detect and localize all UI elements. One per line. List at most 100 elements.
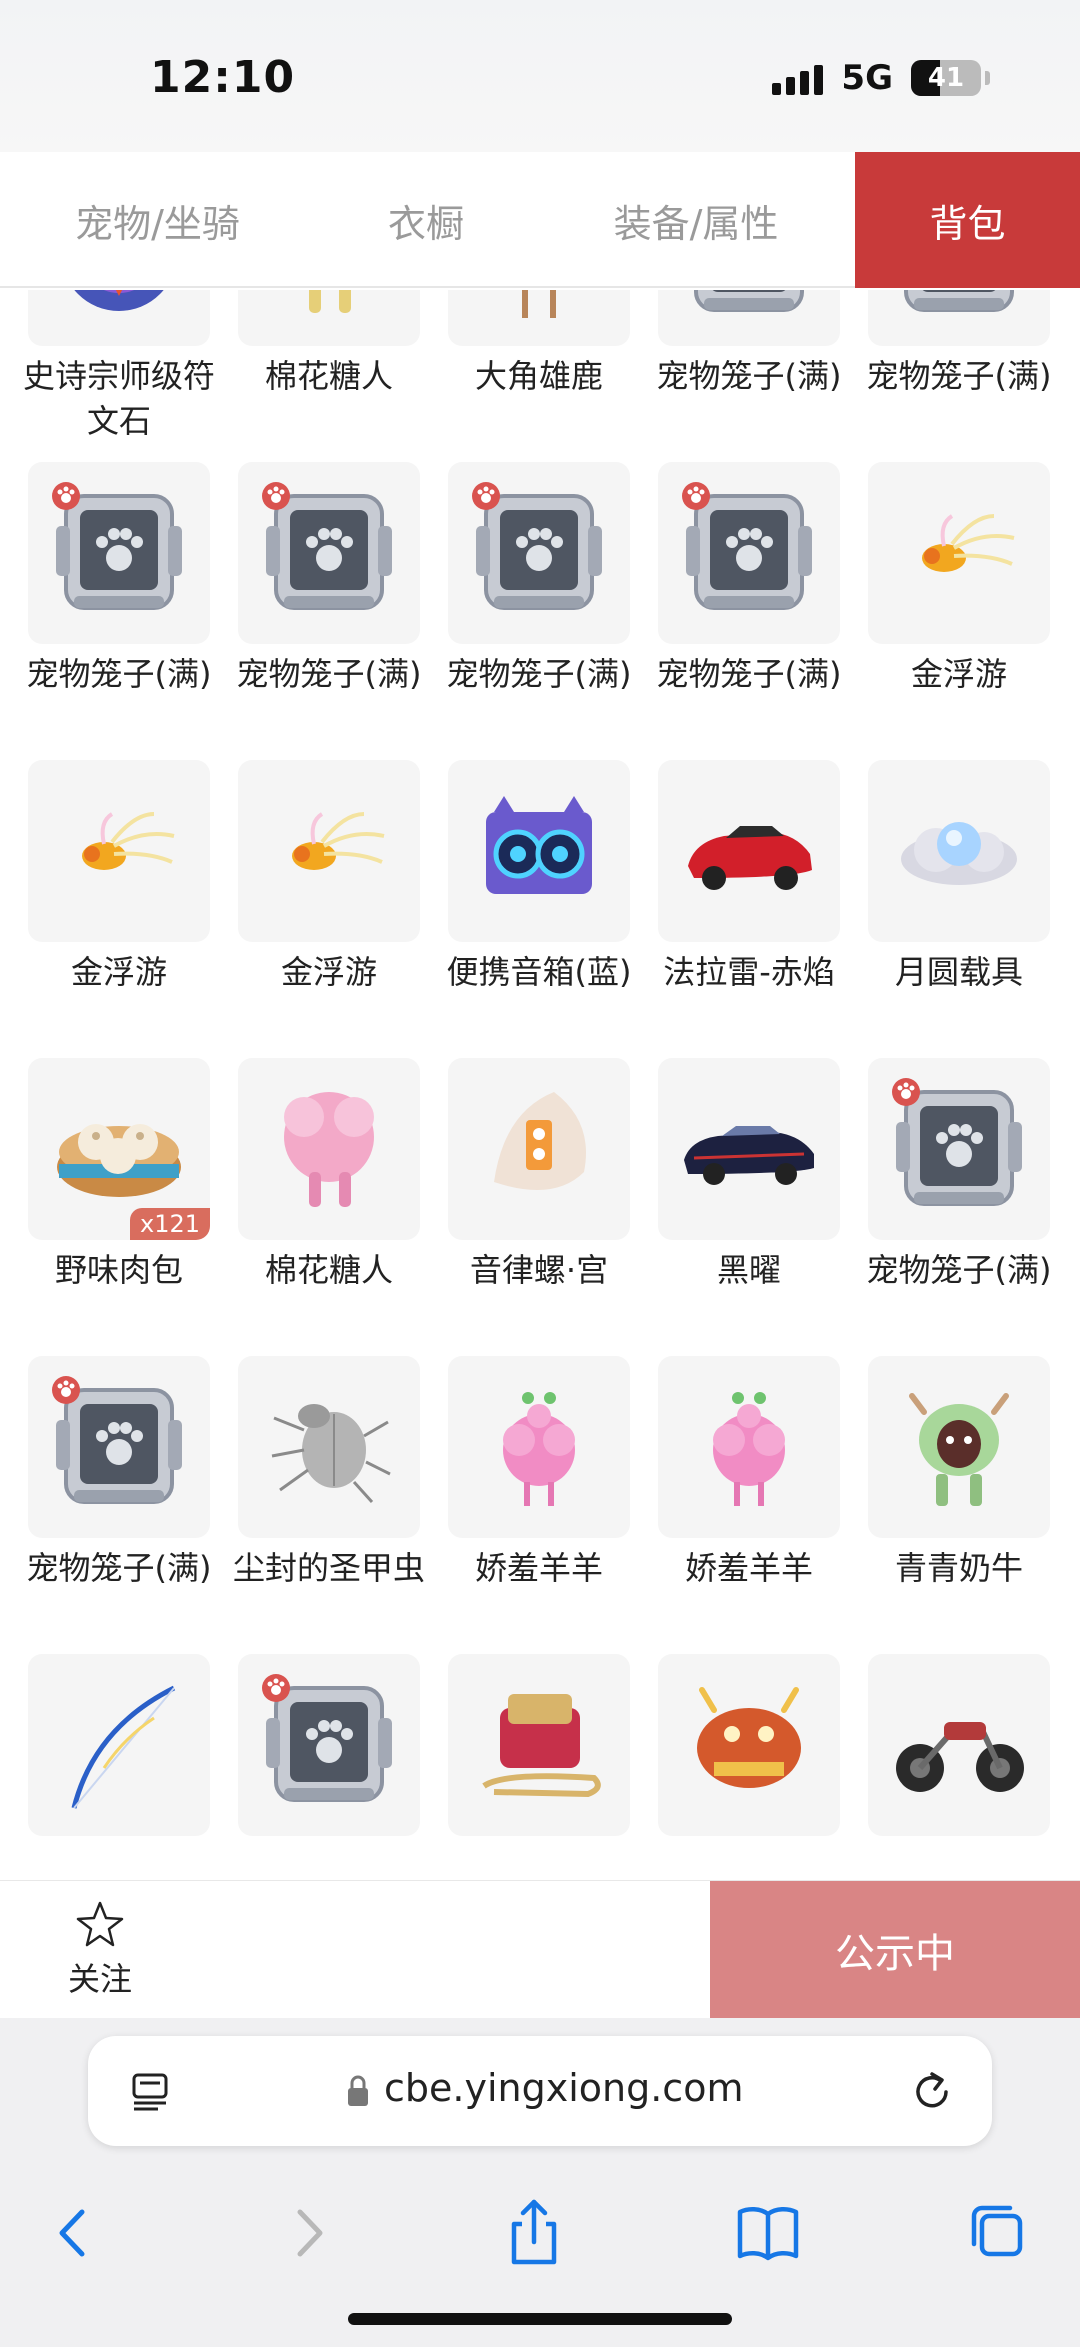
- item-cell[interactable]: 棉花糖人: [238, 290, 420, 462]
- item-name: 棉花糖人: [264, 1251, 393, 1289]
- item-thumbnail: [658, 1058, 840, 1240]
- item-cell[interactable]: 宠物笼子(满): [447, 462, 631, 760]
- pink-sheep-icon: [464, 1370, 614, 1524]
- item-thumbnail: [658, 760, 840, 942]
- item-cell[interactable]: 宠物笼子(满): [867, 1058, 1051, 1356]
- status-indicators: 5G 41: [772, 58, 990, 98]
- item-cell[interactable]: [238, 1654, 420, 1880]
- item-cell[interactable]: 棉花糖人: [238, 1058, 420, 1356]
- address-bar[interactable]: cbe.yingxiong.com: [88, 2036, 992, 2146]
- item-name: 大角雄鹿: [474, 357, 603, 395]
- item-thumbnail: [448, 760, 630, 942]
- item-cell[interactable]: [28, 1654, 210, 1880]
- golden-floater-icon: [44, 774, 194, 928]
- publicity-button[interactable]: 公示中: [710, 1881, 1080, 2019]
- item-cell[interactable]: x121 野味肉包: [28, 1058, 210, 1356]
- sleigh-icon: [464, 1668, 614, 1822]
- item-thumbnail: [868, 290, 1050, 346]
- item-thumbnail: [448, 462, 630, 644]
- item-thumbnail: x121: [28, 1058, 210, 1240]
- follow-button[interactable]: 关注: [0, 1881, 200, 2018]
- tab-wardrobe[interactable]: 衣橱: [315, 152, 537, 288]
- tab-backpack[interactable]: 背包: [855, 152, 1080, 288]
- item-cell[interactable]: 金浮游: [868, 462, 1050, 760]
- tab-equipment[interactable]: 装备/属性: [537, 152, 855, 288]
- item-cell[interactable]: 黑曜: [658, 1058, 840, 1356]
- reader-icon[interactable]: [128, 2069, 172, 2113]
- item-name: 音律螺·宫: [469, 1251, 609, 1289]
- item-cell[interactable]: 宠物笼子(满): [237, 462, 421, 760]
- item-cell[interactable]: 宠物笼子(满): [27, 462, 211, 760]
- item-cell[interactable]: 青青奶牛: [868, 1356, 1050, 1654]
- item-cell[interactable]: 尘封的圣甲虫: [233, 1356, 425, 1654]
- item-cell[interactable]: 史诗宗师级符文石: [23, 290, 215, 462]
- item-name: 金浮游: [70, 953, 167, 991]
- item-cell[interactable]: 宠物笼子(满): [27, 1356, 211, 1654]
- pet-cage-icon: [674, 476, 824, 630]
- item-name: 青青奶牛: [894, 1549, 1023, 1587]
- item-cell[interactable]: 娇羞羊羊: [658, 1356, 840, 1654]
- speaker-icon: [464, 774, 614, 928]
- item-cell[interactable]: 月圆载具: [868, 760, 1050, 1058]
- item-cell[interactable]: 大角雄鹿: [448, 290, 630, 462]
- pet-cage-icon: [674, 290, 824, 332]
- item-thumbnail: [658, 1356, 840, 1538]
- pet-cage-icon: [254, 476, 404, 630]
- item-thumbnail: [238, 1356, 420, 1538]
- item-name: 宠物笼子(满): [866, 1251, 1052, 1289]
- browser-toolbar: [0, 2198, 1080, 2278]
- golden-floater-icon: [884, 476, 1034, 630]
- item-name: 史诗宗师级符文石: [22, 357, 215, 440]
- moon-cloud-icon: [884, 774, 1034, 928]
- item-name: 月圆载具: [894, 953, 1023, 991]
- item-name: 宠物笼子(满): [656, 357, 842, 395]
- reload-icon[interactable]: [910, 2068, 956, 2114]
- item-cell[interactable]: 娇羞羊羊: [448, 1356, 630, 1654]
- item-cell[interactable]: 宠物笼子(满): [867, 290, 1051, 462]
- network-type: 5G: [841, 58, 893, 98]
- item-thumbnail: [238, 760, 420, 942]
- item-cell[interactable]: [868, 1654, 1050, 1880]
- item-name: 尘封的圣甲虫: [232, 1549, 425, 1587]
- share-icon[interactable]: [504, 2198, 564, 2268]
- item-grid: 史诗宗师级符文石 棉花糖人 大角雄鹿 宠物笼子(满) 宠物笼子(满) 宠物笼子(…: [23, 290, 1051, 1880]
- item-cell[interactable]: 宠物笼子(满): [657, 290, 841, 462]
- status-bar: 12:10 5G 41: [0, 0, 1080, 152]
- item-thumbnail: [868, 1654, 1050, 1836]
- item-cell[interactable]: 金浮游: [28, 760, 210, 1058]
- forward-icon[interactable]: [278, 2198, 338, 2268]
- item-cell[interactable]: 法拉雷-赤焰: [658, 760, 840, 1058]
- tabs-icon[interactable]: [966, 2198, 1026, 2268]
- item-thumbnail: [28, 462, 210, 644]
- item-cell[interactable]: 便携音箱(蓝): [447, 760, 631, 1058]
- item-cell[interactable]: 宠物笼子(满): [657, 462, 841, 760]
- item-cell[interactable]: [658, 1654, 840, 1880]
- item-thumbnail: [448, 290, 630, 346]
- item-thumbnail: [868, 760, 1050, 942]
- deer-icon: [464, 290, 614, 332]
- item-thumbnail: [238, 1058, 420, 1240]
- item-thumbnail: [448, 1058, 630, 1240]
- item-thumbnail: [658, 1654, 840, 1836]
- item-name: 黑曜: [716, 1251, 781, 1289]
- tab-pets-mounts[interactable]: 宠物/坐骑: [0, 152, 315, 288]
- pet-cage-icon: [44, 1370, 194, 1524]
- back-icon[interactable]: [44, 2198, 104, 2268]
- item-grid-scroll[interactable]: 史诗宗师级符文石 棉花糖人 大角雄鹿 宠物笼子(满) 宠物笼子(满) 宠物笼子(…: [0, 290, 1080, 1880]
- battery-icon: 41: [911, 60, 981, 96]
- item-thumbnail: [868, 462, 1050, 644]
- item-cell[interactable]: 音律螺·宫: [448, 1058, 630, 1356]
- dragon-cart-icon: [674, 1668, 824, 1822]
- item-name: 金浮游: [280, 953, 377, 991]
- pet-cage-icon: [884, 1072, 1034, 1226]
- cotton-candy-creature-icon: [254, 290, 404, 332]
- item-name: 宠物笼子(满): [446, 655, 632, 693]
- signal-icon: [772, 61, 824, 95]
- category-tabs: 宠物/坐骑 衣橱 装备/属性 背包: [0, 152, 1080, 288]
- item-cell[interactable]: 金浮游: [238, 760, 420, 1058]
- item-cell[interactable]: [448, 1654, 630, 1880]
- motorcycle-icon: [884, 1668, 1034, 1822]
- battery-level: 41: [927, 63, 965, 93]
- pink-sheep-icon: [674, 1370, 824, 1524]
- bookmarks-icon[interactable]: [734, 2198, 802, 2268]
